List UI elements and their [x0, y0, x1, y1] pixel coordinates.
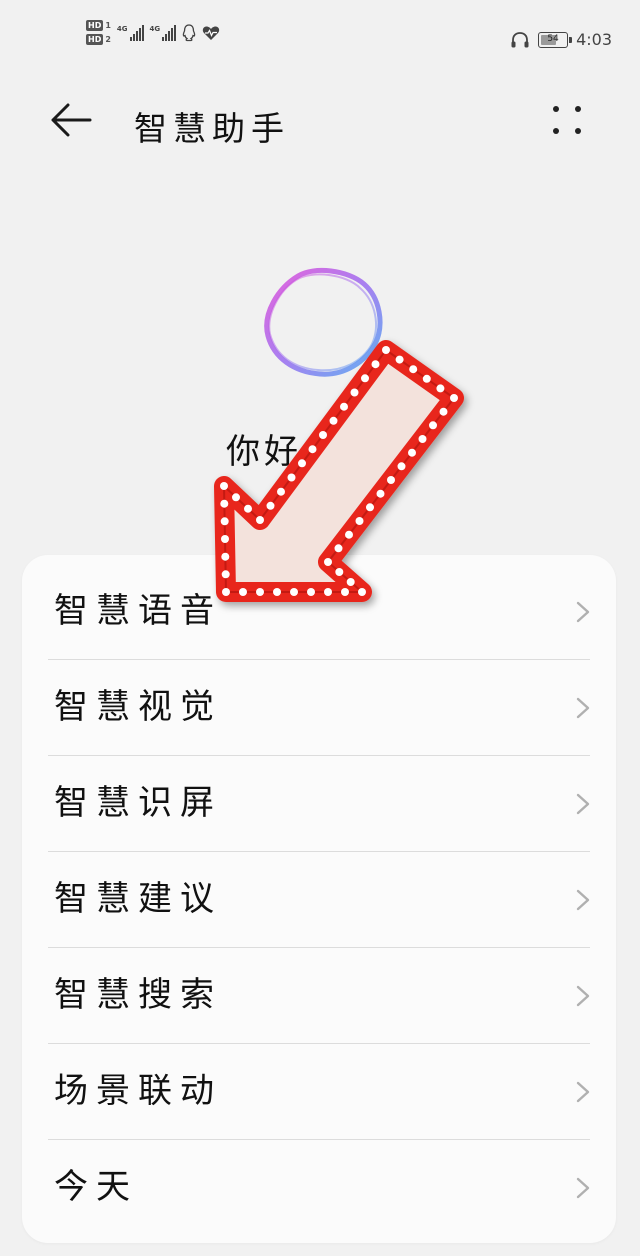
signal-icon-1: 4G [117, 24, 144, 41]
chevron-right-icon [576, 601, 590, 623]
headphones-icon [511, 31, 529, 47]
sim2-hd-icon: HD 2 [86, 34, 111, 45]
page-title: 智慧助手 [134, 109, 290, 148]
battery-icon: 54 [538, 31, 573, 48]
app-header: 智慧助手 [0, 88, 640, 152]
more-dot [575, 106, 581, 112]
list-item-smart-suggestions[interactable]: 智慧建议 [48, 851, 590, 947]
chevron-right-icon [576, 889, 590, 911]
list-item-label: 智慧语音 [54, 591, 222, 631]
chevron-right-icon [576, 697, 590, 719]
more-dot [553, 106, 559, 112]
list-item-label: 智慧建议 [54, 879, 222, 919]
chevron-right-icon [576, 985, 590, 1007]
assistant-orb-icon [264, 268, 383, 377]
list-item-smart-search[interactable]: 智慧搜索 [48, 947, 590, 1043]
list-item-smart-vision[interactable]: 智慧视觉 [48, 659, 590, 755]
greeting-text: 你好 [226, 432, 302, 472]
feature-list-card: 智慧语音 智慧视觉 智慧识屏 智慧建议 智慧搜索 场景联动 今天 [22, 555, 616, 1243]
sim1-hd-icon: HD 1 [86, 20, 111, 31]
list-item-smart-voice[interactable]: 智慧语音 [48, 563, 590, 659]
list-item-label: 智慧搜索 [54, 975, 222, 1015]
signal-icon-2: 4G [150, 24, 177, 41]
more-options-button[interactable] [540, 98, 594, 142]
chevron-right-icon [576, 1177, 590, 1199]
list-item-label: 智慧视觉 [54, 687, 222, 727]
list-item-label: 智慧识屏 [54, 783, 222, 823]
status-icons-right: 54 4:03 [510, 30, 612, 49]
more-dot [553, 128, 559, 134]
list-item-scene-linkage[interactable]: 场景联动 [48, 1043, 590, 1139]
back-button[interactable] [46, 98, 96, 142]
list-item-label: 今天 [54, 1167, 138, 1207]
status-bar: HD 1 HD 2 4G 4G 54 4:03 [0, 0, 640, 80]
sim-indicators: HD 1 HD 2 [86, 20, 111, 45]
more-dot [575, 128, 581, 134]
chevron-right-icon [576, 1081, 590, 1103]
list-item-today[interactable]: 今天 [48, 1139, 590, 1235]
status-icons-left: HD 1 HD 2 4G 4G [86, 20, 220, 45]
health-heart-icon [203, 25, 220, 40]
back-arrow-icon [51, 103, 92, 137]
list-item-label: 场景联动 [54, 1071, 222, 1111]
chevron-right-icon [576, 793, 590, 815]
status-time: 4:03 [576, 30, 612, 49]
qq-icon [182, 23, 196, 41]
assistant-hero: 你好 [0, 180, 640, 560]
list-item-smart-screen-recognition[interactable]: 智慧识屏 [48, 755, 590, 851]
